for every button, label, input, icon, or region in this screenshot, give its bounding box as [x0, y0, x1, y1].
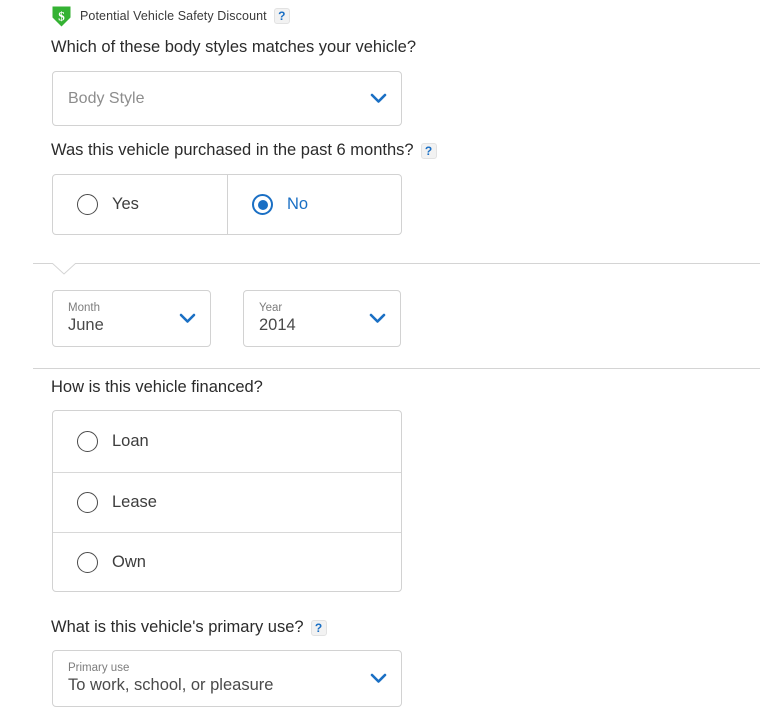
- purchase-month-text: Month June: [68, 301, 169, 336]
- purchase-year-text: Year 2014: [259, 301, 359, 336]
- discount-label: Potential Vehicle Safety Discount: [80, 9, 267, 23]
- section-divider-top: [33, 263, 760, 264]
- primary-use-help-icon[interactable]: ?: [310, 619, 327, 636]
- section-divider-bottom: [33, 368, 760, 369]
- body-style-placeholder: Body Style: [68, 89, 145, 107]
- radio-icon-selected: [252, 194, 273, 215]
- primary-use-text: Primary use To work, school, or pleasure: [68, 661, 360, 696]
- financed-option-loan[interactable]: Loan: [53, 411, 401, 472]
- radio-icon: [77, 430, 98, 452]
- primary-use-value: To work, school, or pleasure: [68, 676, 274, 694]
- discount-help-icon[interactable]: ?: [273, 8, 290, 24]
- financed-option-lease-label: Lease: [112, 492, 157, 511]
- purchased-radio-group: Yes No: [52, 174, 402, 235]
- chevron-down-icon: [370, 93, 387, 104]
- primary-use-question-text: What is this vehicle's primary use?: [51, 618, 304, 636]
- radio-icon: [77, 194, 98, 215]
- chevron-down-icon: [370, 673, 387, 684]
- financed-question: How is this vehicle financed?: [51, 378, 263, 397]
- vehicle-details-form: $ Potential Vehicle Safety Discount ? Wh…: [0, 0, 779, 716]
- purchased-question: Was this vehicle purchased in the past 6…: [51, 141, 437, 160]
- purchased-question-text: Was this vehicle purchased in the past 6…: [51, 141, 414, 159]
- financed-radio-group: Loan Lease Own: [52, 410, 402, 592]
- financed-option-own[interactable]: Own: [53, 532, 401, 591]
- purchase-year-label: Year: [259, 302, 283, 314]
- body-style-select-text: Body Style: [68, 90, 360, 108]
- purchase-month-value: June: [68, 316, 104, 334]
- purchase-month-select[interactable]: Month June: [52, 290, 211, 347]
- chevron-down-icon: [369, 313, 386, 324]
- body-style-question-text: Which of these body styles matches your …: [51, 38, 417, 56]
- purchased-option-yes-label: Yes: [112, 195, 139, 213]
- body-style-select[interactable]: Body Style: [52, 71, 402, 126]
- radio-icon: [77, 552, 98, 574]
- shield-dollar-icon: $: [52, 6, 71, 27]
- purchased-option-yes[interactable]: Yes: [53, 175, 227, 234]
- purchase-month-label: Month: [68, 302, 100, 314]
- purchase-year-value: 2014: [259, 316, 296, 334]
- financed-option-own-label: Own: [112, 553, 146, 572]
- primary-use-select[interactable]: Primary use To work, school, or pleasure: [52, 650, 402, 707]
- financed-option-lease[interactable]: Lease: [53, 471, 401, 533]
- svg-text:$: $: [58, 8, 65, 23]
- body-style-question: Which of these body styles matches your …: [51, 38, 416, 57]
- purchased-option-no-label: No: [287, 195, 309, 213]
- primary-use-label: Primary use: [68, 662, 130, 674]
- purchased-help-icon[interactable]: ?: [420, 142, 437, 159]
- financed-option-loan-label: Loan: [112, 431, 149, 450]
- purchase-year-select[interactable]: Year 2014: [243, 290, 401, 347]
- radio-icon: [77, 491, 98, 513]
- divider-notch-icon: [52, 263, 76, 275]
- financed-question-text: How is this vehicle financed?: [51, 378, 263, 396]
- primary-use-question: What is this vehicle's primary use? ?: [51, 618, 327, 637]
- chevron-down-icon: [179, 313, 196, 324]
- potential-discount-banner: $ Potential Vehicle Safety Discount ?: [52, 5, 290, 27]
- purchased-option-no[interactable]: No: [227, 175, 401, 234]
